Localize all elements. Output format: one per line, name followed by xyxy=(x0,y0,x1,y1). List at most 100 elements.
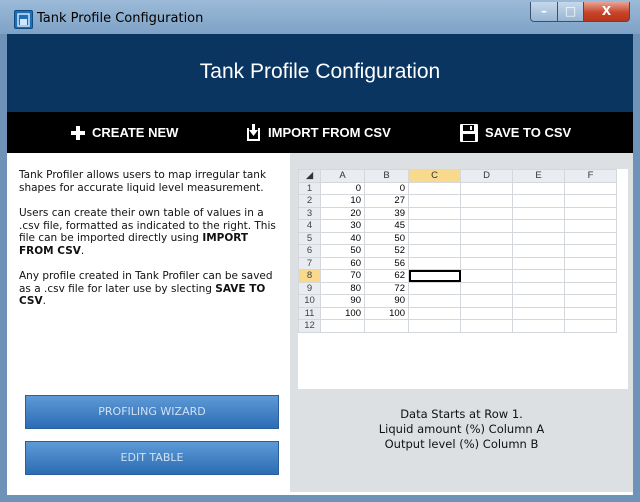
table-cell[interactable]: 72 xyxy=(364,281,409,295)
table-cell[interactable] xyxy=(564,244,617,258)
table-cell[interactable] xyxy=(512,181,565,195)
table-cell[interactable]: 0 xyxy=(320,181,365,195)
table-cell[interactable] xyxy=(460,281,513,295)
table-cell[interactable] xyxy=(408,256,461,270)
column-header-a[interactable]: A xyxy=(320,169,365,183)
import-csv-button[interactable]: IMPORT FROM CSV xyxy=(245,112,391,153)
table-cell[interactable] xyxy=(512,256,565,270)
table-cell[interactable]: 60 xyxy=(320,256,365,270)
table-cell[interactable] xyxy=(512,219,565,233)
table-cell[interactable] xyxy=(460,256,513,270)
table-cell[interactable] xyxy=(460,219,513,233)
table-cell[interactable]: 70 xyxy=(320,269,365,283)
table-cell[interactable]: 90 xyxy=(364,294,409,308)
title-bar[interactable]: Tank Profile Configuration – □ X xyxy=(0,0,640,34)
table-cell[interactable] xyxy=(564,319,617,333)
row-header[interactable]: 7 xyxy=(298,256,321,270)
row-header[interactable]: 12 xyxy=(298,319,321,333)
table-cell[interactable]: 100 xyxy=(320,306,365,320)
table-cell[interactable] xyxy=(408,206,461,220)
table-cell[interactable]: 50 xyxy=(364,231,409,245)
table-cell[interactable]: 56 xyxy=(364,256,409,270)
select-all-corner[interactable]: ◢ xyxy=(298,169,321,183)
table-cell[interactable] xyxy=(512,194,565,208)
column-header-f[interactable]: F xyxy=(564,169,617,183)
table-cell[interactable] xyxy=(408,244,461,258)
table-cell[interactable] xyxy=(512,281,565,295)
table-cell[interactable]: 39 xyxy=(364,206,409,220)
create-new-button[interactable]: CREATE NEW xyxy=(70,112,178,153)
table-cell[interactable] xyxy=(460,244,513,258)
table-cell[interactable] xyxy=(512,206,565,220)
row-header[interactable]: 5 xyxy=(298,231,321,245)
table-cell[interactable] xyxy=(512,231,565,245)
table-cell[interactable]: 80 xyxy=(320,281,365,295)
table-cell[interactable] xyxy=(408,231,461,245)
table-cell[interactable] xyxy=(408,269,461,283)
table-cell[interactable] xyxy=(460,306,513,320)
table-cell[interactable]: 20 xyxy=(320,206,365,220)
table-cell[interactable] xyxy=(460,294,513,308)
row-header[interactable]: 11 xyxy=(298,306,321,320)
table-cell[interactable] xyxy=(564,256,617,270)
table-cell[interactable] xyxy=(408,319,461,333)
save-csv-button[interactable]: SAVE TO CSV xyxy=(459,112,571,153)
table-cell[interactable] xyxy=(564,194,617,208)
close-button[interactable]: X xyxy=(584,2,630,22)
column-header-c[interactable]: C xyxy=(408,169,461,183)
table-cell[interactable]: 50 xyxy=(320,244,365,258)
minimize-button[interactable]: – xyxy=(530,2,558,22)
table-cell[interactable]: 100 xyxy=(364,306,409,320)
table-cell[interactable] xyxy=(564,281,617,295)
table-cell[interactable] xyxy=(512,294,565,308)
maximize-button[interactable]: □ xyxy=(558,2,584,22)
row-header[interactable]: 2 xyxy=(298,194,321,208)
table-cell[interactable] xyxy=(564,181,617,195)
row-header[interactable]: 3 xyxy=(298,206,321,220)
table-cell[interactable] xyxy=(460,181,513,195)
table-cell[interactable] xyxy=(512,269,565,283)
row-header[interactable]: 4 xyxy=(298,219,321,233)
table-cell[interactable]: 62 xyxy=(364,269,409,283)
table-cell[interactable] xyxy=(460,194,513,208)
table-cell[interactable] xyxy=(460,206,513,220)
table-cell[interactable] xyxy=(564,269,617,283)
table-cell[interactable] xyxy=(564,206,617,220)
row-header[interactable]: 10 xyxy=(298,294,321,308)
table-cell[interactable]: 45 xyxy=(364,219,409,233)
table-cell[interactable]: 0 xyxy=(364,181,409,195)
table-cell[interactable]: 27 xyxy=(364,194,409,208)
table-cell[interactable] xyxy=(460,231,513,245)
row-header[interactable]: 1 xyxy=(298,181,321,195)
table-cell[interactable] xyxy=(564,306,617,320)
table-cell[interactable] xyxy=(408,219,461,233)
row-header[interactable]: 8 xyxy=(298,269,321,283)
table-cell[interactable] xyxy=(320,319,365,333)
table-cell[interactable] xyxy=(564,219,617,233)
table-cell[interactable] xyxy=(408,306,461,320)
column-header-b[interactable]: B xyxy=(364,169,409,183)
table-cell[interactable]: 30 xyxy=(320,219,365,233)
column-header-d[interactable]: D xyxy=(460,169,513,183)
table-cell[interactable] xyxy=(408,181,461,195)
table-cell[interactable] xyxy=(408,294,461,308)
table-cell[interactable] xyxy=(512,319,565,333)
row-header[interactable]: 9 xyxy=(298,281,321,295)
profiling-wizard-button[interactable]: PROFILING WIZARD xyxy=(25,395,279,429)
table-cell[interactable] xyxy=(408,281,461,295)
table-cell[interactable]: 90 xyxy=(320,294,365,308)
table-cell[interactable] xyxy=(512,306,565,320)
table-cell[interactable]: 10 xyxy=(320,194,365,208)
row-header[interactable]: 6 xyxy=(298,244,321,258)
table-cell[interactable] xyxy=(460,319,513,333)
table-cell[interactable]: 52 xyxy=(364,244,409,258)
table-cell[interactable] xyxy=(408,194,461,208)
table-cell[interactable]: 40 xyxy=(320,231,365,245)
table-cell[interactable] xyxy=(364,319,409,333)
table-cell[interactable] xyxy=(512,244,565,258)
table-cell[interactable] xyxy=(564,231,617,245)
edit-table-button[interactable]: EDIT TABLE xyxy=(25,441,279,475)
table-cell[interactable] xyxy=(460,269,513,283)
column-header-e[interactable]: E xyxy=(512,169,565,183)
table-cell[interactable] xyxy=(564,294,617,308)
